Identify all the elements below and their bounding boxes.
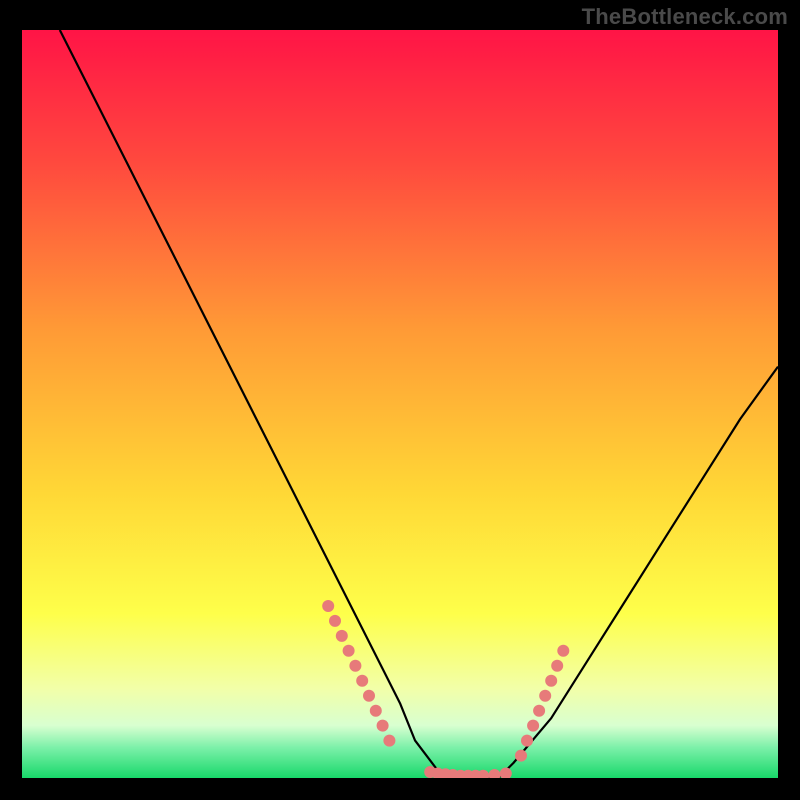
marker-dots-bottom (424, 766, 512, 778)
watermark-text: TheBottleneck.com (582, 4, 788, 30)
plot-area (22, 30, 778, 778)
bottleneck-curve (60, 30, 778, 778)
watermark-label: TheBottleneck.com (582, 4, 788, 29)
chart-frame: TheBottleneck.com (0, 0, 800, 800)
bottleneck-curve-layer (22, 30, 778, 778)
